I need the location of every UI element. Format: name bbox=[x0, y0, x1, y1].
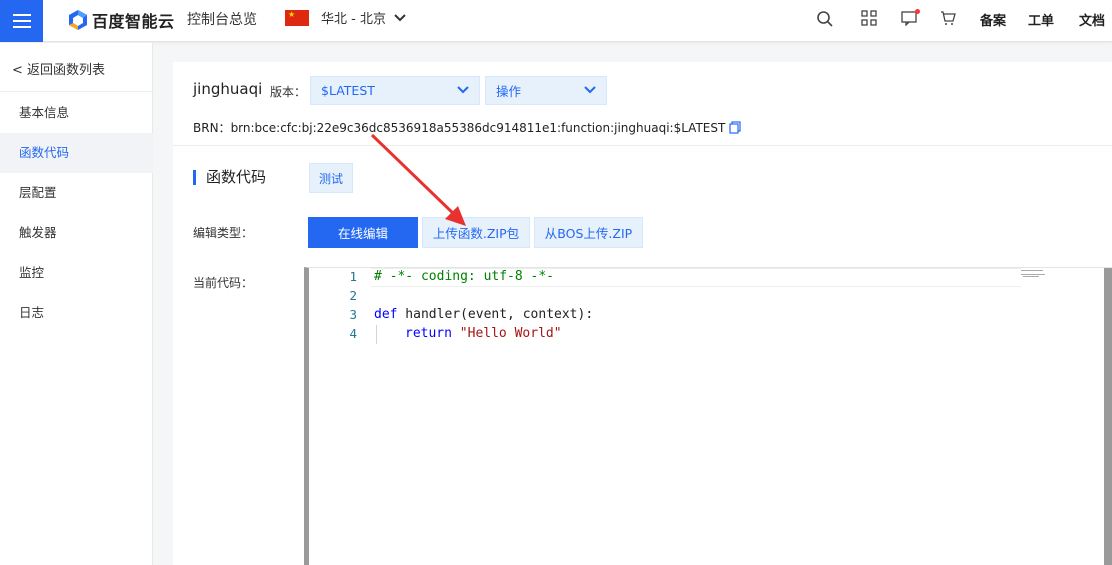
cart-icon[interactable] bbox=[940, 10, 956, 26]
edit-type-bos-zip[interactable]: 从BOS上传.ZIP bbox=[534, 217, 643, 248]
china-flag-icon: ★ bbox=[285, 9, 309, 26]
section-accent-bar bbox=[193, 170, 196, 185]
string-literal: "Hello World" bbox=[459, 326, 562, 341]
minimap[interactable] bbox=[1021, 269, 1049, 277]
copy-icon[interactable] bbox=[729, 121, 741, 134]
brand-name: 百度智能云 bbox=[92, 12, 175, 31]
edit-type-label: 编辑类型： bbox=[193, 226, 254, 240]
chevron-down-icon bbox=[457, 86, 469, 94]
sidebar-item-basic-info[interactable]: 基本信息 bbox=[0, 93, 153, 133]
section-title: 函数代码 bbox=[206, 168, 267, 186]
console-overview-link[interactable]: 控制台总览 bbox=[187, 9, 257, 29]
line-number: 3 bbox=[349, 307, 357, 322]
sidebar: < 返回函数列表 基本信息 函数代码 层配置 触发器 监控 日志 bbox=[0, 43, 153, 565]
sidebar-item-function-code[interactable]: 函数代码 bbox=[0, 133, 153, 173]
line-number: 2 bbox=[349, 288, 357, 303]
sidebar-item-layer-config[interactable]: 层配置 bbox=[0, 173, 153, 213]
version-select-value: $LATEST bbox=[321, 83, 375, 98]
code-line-4: return "Hello World" bbox=[405, 326, 562, 341]
editor-scrollbar[interactable] bbox=[1104, 268, 1112, 565]
header-divider bbox=[173, 145, 1112, 146]
top-bar: 百度智能云 控制台总览 ★ 华北 - 北京 备案 工单 文档 bbox=[0, 0, 1112, 42]
sidebar-divider bbox=[0, 91, 153, 92]
chevron-down-icon bbox=[394, 13, 406, 21]
sidebar-item-triggers[interactable]: 触发器 bbox=[0, 213, 153, 253]
brn-label: BRN： bbox=[193, 121, 231, 135]
edit-type-upload-zip[interactable]: 上传函数.ZIP包 bbox=[422, 217, 530, 248]
action-select-value: 操作 bbox=[496, 84, 522, 99]
back-to-function-list-link[interactable]: < 返回函数列表 bbox=[12, 59, 105, 78]
notification-dot bbox=[915, 9, 920, 14]
menu-icon bbox=[12, 14, 31, 28]
ticket-link[interactable]: 工单 bbox=[1028, 10, 1054, 29]
keyword-return: return bbox=[405, 326, 452, 341]
code-line-1: # -*- coding: utf-8 -*- bbox=[374, 269, 555, 284]
version-label: 版本： bbox=[270, 85, 307, 99]
version-select[interactable]: $LATEST bbox=[310, 76, 480, 105]
code-line-3: def handler(event, context): bbox=[374, 307, 593, 322]
filing-link[interactable]: 备案 bbox=[980, 10, 1006, 29]
docs-link[interactable]: 文档 bbox=[1079, 10, 1105, 29]
edit-type-online[interactable]: 在线编辑 bbox=[308, 217, 418, 248]
keyword-def: def bbox=[374, 307, 398, 322]
brn-value: brn:bce:cfc:bj:22e9c36dc8536918a55386dc9… bbox=[230, 120, 726, 135]
search-icon[interactable] bbox=[816, 10, 834, 28]
action-select[interactable]: 操作 bbox=[485, 76, 607, 105]
code-line-3-rest: handler(event, context): bbox=[397, 307, 594, 322]
sidebar-item-logs[interactable]: 日志 bbox=[0, 293, 153, 333]
baidu-cloud-logo-icon bbox=[69, 10, 87, 30]
code-editor[interactable]: 1 2 3 4 # -*- coding: utf-8 -*- def hand… bbox=[304, 267, 1112, 565]
region-selector[interactable]: ★ 华北 - 北京 bbox=[285, 8, 406, 27]
indent-guide bbox=[376, 325, 377, 344]
line-number: 1 bbox=[349, 269, 357, 284]
main-panel: jinghuaqi 版本： $LATEST 操作 BRN： brn:bce:cf… bbox=[173, 62, 1112, 565]
brn-row: BRN： brn:bce:cfc:bj:22e9c36dc8536918a553… bbox=[193, 119, 741, 136]
region-label: 华北 - 北京 bbox=[321, 12, 386, 27]
current-code-label: 当前代码： bbox=[193, 276, 254, 290]
test-button[interactable]: 测试 bbox=[309, 163, 353, 193]
menu-button[interactable] bbox=[0, 0, 43, 42]
brand-logo[interactable]: 百度智能云 bbox=[68, 8, 175, 32]
function-name: jinghuaqi bbox=[193, 80, 263, 98]
chevron-down-icon bbox=[584, 86, 596, 94]
line-number: 4 bbox=[349, 326, 357, 341]
sidebar-item-monitoring[interactable]: 监控 bbox=[0, 253, 153, 293]
grid-icon[interactable] bbox=[861, 10, 877, 26]
